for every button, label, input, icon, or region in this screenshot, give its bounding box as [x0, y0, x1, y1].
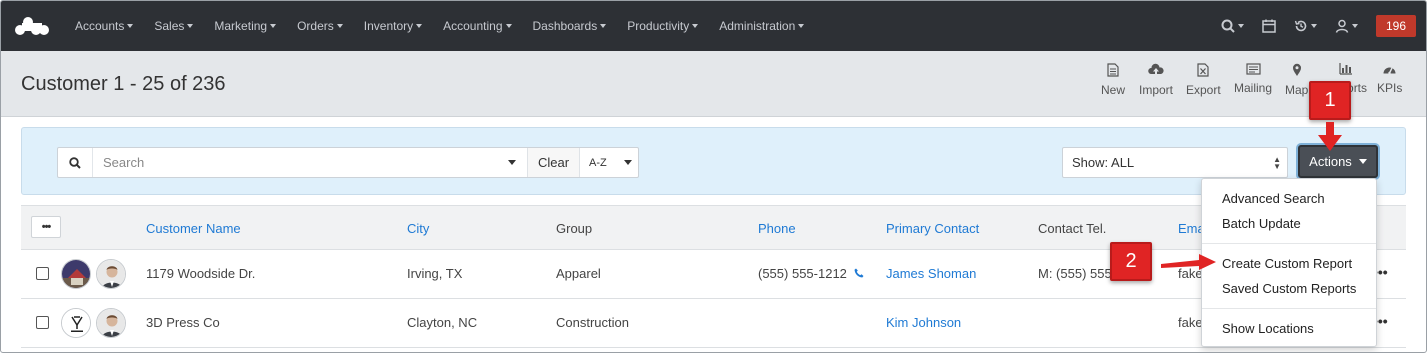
menu-item-saved-custom-reports[interactable]: Saved Custom Reports — [1222, 281, 1356, 296]
menu-item-show-locations[interactable]: Show Locations — [1222, 321, 1314, 336]
nav-accounts[interactable]: Accounts — [75, 19, 134, 33]
main-menu: Accounts Sales Marketing Orders Inventor… — [75, 1, 825, 51]
mailing-button[interactable]: Mailing — [1234, 63, 1272, 95]
table-row[interactable]: 3D Press Co Clayton, NC Construction Kim… — [21, 299, 1406, 348]
primary-contact[interactable]: James Shoman — [886, 266, 976, 281]
menu-item-advanced-search[interactable]: Advanced Search — [1222, 191, 1325, 206]
chevron-down-icon — [623, 160, 632, 165]
bar-chart-icon — [1339, 63, 1353, 75]
clear-button[interactable]: Clear — [528, 148, 580, 177]
calendar-icon[interactable] — [1262, 19, 1276, 33]
menu-item-create-custom-report[interactable]: Create Custom Report — [1222, 256, 1352, 271]
col-contact-tel: Contact Tel. — [1038, 221, 1107, 236]
search-icon[interactable] — [1221, 19, 1244, 33]
sort-label: A-Z — [589, 156, 607, 169]
customer-name[interactable]: 3D Press Co — [146, 315, 220, 330]
filter-bar: Clear A-Z Show: ALL ▲▼ Actions — [21, 127, 1406, 195]
nav-accounting[interactable]: Accounting — [443, 19, 512, 33]
app-logo[interactable] — [15, 15, 49, 37]
search-group: Clear A-Z — [57, 147, 639, 178]
nav-marketing[interactable]: Marketing — [214, 19, 277, 33]
nav-dashboards[interactable]: Dashboards — [533, 19, 607, 33]
nav-inventory[interactable]: Inventory — [364, 19, 423, 33]
column-options-button[interactable]: ••• — [31, 216, 61, 238]
import-button[interactable]: Import — [1139, 63, 1173, 97]
cloud-upload-icon — [1148, 63, 1164, 75]
export-button[interactable]: Export — [1186, 63, 1221, 97]
map-button[interactable]: Map — [1285, 63, 1308, 97]
group: Apparel — [556, 266, 601, 281]
nav-administration[interactable]: Administration — [719, 19, 805, 33]
row-checkbox[interactable] — [36, 267, 49, 280]
callout-step-2: 2 — [1110, 242, 1152, 281]
contact-avatar — [96, 259, 126, 289]
group: Construction — [556, 315, 629, 330]
actions-menu: Advanced Search Batch Update Create Cust… — [1201, 178, 1377, 347]
contact-tel: M: (555) 555 — [1038, 266, 1112, 281]
map-pin-icon — [1292, 63, 1301, 76]
customer-avatar — [61, 259, 91, 289]
customer-name[interactable]: 1179 Woodside Dr. — [146, 266, 255, 281]
email[interactable]: fake — [1178, 315, 1203, 330]
mailing-icon — [1245, 63, 1261, 75]
nav-productivity[interactable]: Productivity — [627, 19, 699, 33]
user-tools: 196 — [1221, 1, 1426, 51]
page-title: Customer 1 - 25 of 236 — [21, 73, 226, 95]
excel-export-icon — [1197, 63, 1209, 77]
nav-sales[interactable]: Sales — [154, 19, 194, 33]
search-dropdown-toggle[interactable] — [496, 148, 528, 177]
col-customer-name[interactable]: Customer Name — [146, 221, 241, 236]
actions-label: Actions — [1309, 154, 1352, 169]
col-group: Group — [556, 221, 593, 236]
col-phone[interactable]: Phone — [758, 221, 796, 236]
menu-item-batch-update[interactable]: Batch Update — [1222, 216, 1301, 231]
customer-logo — [61, 308, 91, 338]
col-city[interactable]: City — [407, 221, 429, 236]
show-filter-select[interactable]: Show: ALL ▲ ▼ — [1062, 147, 1288, 178]
menu-divider — [1202, 308, 1376, 309]
menu-divider — [1202, 243, 1376, 244]
app-window: Accounts Sales Marketing Orders Inventor… — [0, 0, 1427, 353]
callout-step-1: 1 — [1309, 81, 1351, 120]
document-icon — [1107, 63, 1119, 77]
city: Irving, TX — [407, 266, 463, 281]
new-button[interactable]: New — [1101, 63, 1125, 97]
col-primary-contact[interactable]: Primary Contact — [886, 221, 979, 236]
chevron-down-icon — [507, 160, 516, 165]
kpis-button[interactable]: KPIs — [1377, 63, 1402, 95]
user-icon[interactable] — [1335, 19, 1358, 33]
sort-dropdown[interactable]: A-Z — [580, 148, 638, 177]
page-header: Customer 1 - 25 of 236 New Import Export… — [1, 51, 1426, 117]
nav-orders[interactable]: Orders — [297, 19, 343, 33]
chevron-down-icon — [1358, 159, 1367, 164]
search-input[interactable] — [93, 148, 496, 177]
show-filter-value: Show: ALL — [1072, 155, 1135, 170]
city: Clayton, NC — [407, 315, 478, 330]
primary-contact[interactable]: Kim Johnson — [886, 315, 961, 330]
gauge-icon — [1383, 67, 1396, 75]
row-checkbox[interactable] — [36, 316, 49, 329]
select-arrows-icon: ▲ ▼ — [1273, 155, 1281, 171]
phone-icon[interactable] — [854, 268, 864, 278]
table-header: ••• Customer Name City Group Phone Prima… — [21, 205, 1406, 250]
callout-arrow-right-icon — [1161, 254, 1216, 270]
phone: (555) 555-1212 — [758, 266, 864, 281]
top-navbar: Accounts Sales Marketing Orders Inventor… — [1, 1, 1426, 51]
callout-arrow-down-icon — [1318, 122, 1342, 151]
search-icon[interactable] — [58, 148, 93, 177]
contact-avatar — [96, 308, 126, 338]
history-icon[interactable] — [1294, 19, 1317, 33]
notification-badge[interactable]: 196 — [1376, 15, 1416, 37]
